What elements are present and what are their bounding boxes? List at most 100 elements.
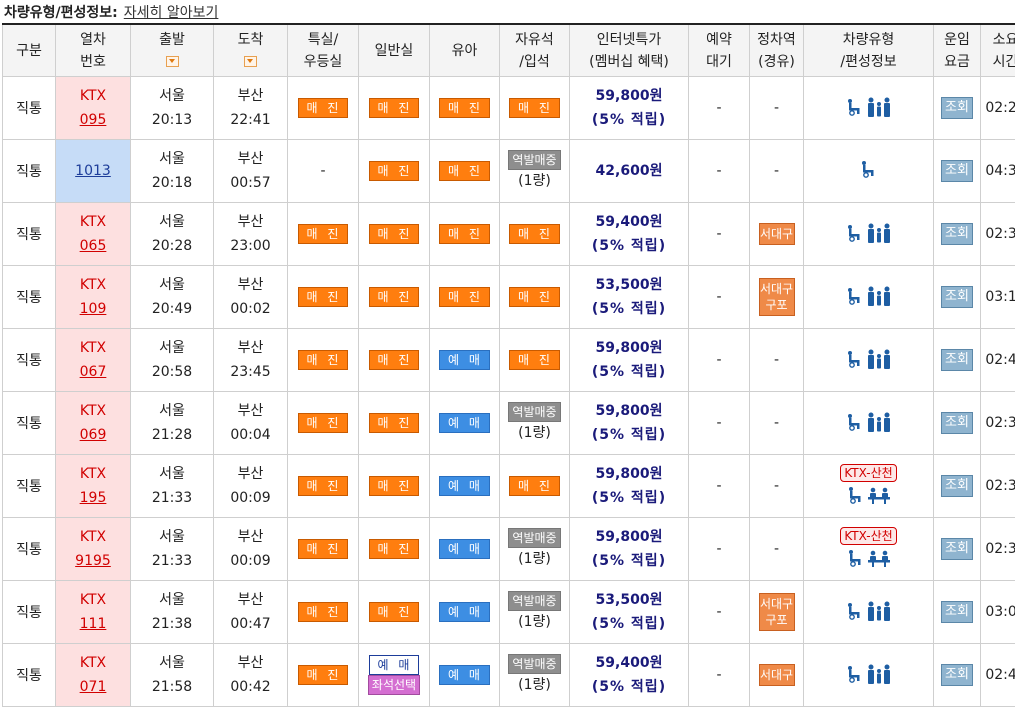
train-number-link[interactable]: 1013 (75, 163, 111, 179)
row-wait: - (716, 226, 722, 242)
special-seat-cell: 매 진 (287, 454, 359, 518)
infant-seat-sold-out-button[interactable]: 매 진 (439, 287, 490, 307)
general-seat-sold-out-button[interactable]: 매 진 (368, 602, 420, 622)
train-number-cell[interactable]: KTX 069 (55, 391, 131, 455)
stops-cell: - (749, 76, 804, 140)
special-seat-sold-out-button[interactable]: 매 진 (297, 602, 349, 622)
train-number-cell[interactable]: KTX 9195 (55, 517, 131, 581)
free-seat-station-sale-badge: 역발매중 (508, 654, 561, 674)
row-duration: 03:13 (985, 289, 1015, 305)
general-seat-sold-out-button[interactable]: 매 진 (368, 476, 420, 496)
waiting-cell: - (688, 643, 750, 707)
table-row: 직통 KTX 195 서울 21:33 부산 00:09 매 진 매 진 예 매 매 … (2, 454, 1015, 518)
depart-cell: 서울 20:18 (130, 139, 214, 203)
train-number-link[interactable]: 071 (56, 675, 130, 699)
infant-seat-reserve-button[interactable]: 예 매 (439, 602, 490, 622)
row-wait: - (716, 289, 722, 305)
train-number-link[interactable]: 065 (56, 234, 130, 258)
depart-cell: 서울 20:58 (130, 328, 214, 392)
col-fare: 운임 요금 (933, 23, 981, 77)
train-number-cell[interactable]: KTX 195 (55, 454, 131, 518)
train-number-cell[interactable]: KTX 111 (55, 580, 131, 644)
general-seat-sold-out-button[interactable]: 매 진 (368, 539, 420, 559)
train-number-cell[interactable]: KTX 067 (55, 328, 131, 392)
special-seat-sold-out-button[interactable]: 매 진 (297, 665, 349, 685)
train-number-link[interactable]: 069 (56, 423, 130, 447)
train-number-cell[interactable]: 1013 (55, 139, 131, 203)
train-number-cell[interactable]: KTX 095 (55, 76, 131, 140)
infant-seat-reserve-button[interactable]: 예 매 (439, 350, 490, 370)
infant-seat-reserve-button[interactable]: 예 매 (439, 476, 490, 496)
train-number-link[interactable]: 109 (56, 297, 130, 321)
details-link[interactable]: 자세히 알아보기 (124, 2, 219, 22)
fare-inquiry-button[interactable]: 조회 (941, 538, 973, 560)
special-seat-sold-out-button[interactable]: 매 진 (297, 224, 349, 244)
free-seat-sold-out-button[interactable]: 매 진 (509, 287, 560, 307)
fare-inquiry-button[interactable]: 조회 (941, 97, 973, 119)
train-number-cell[interactable]: KTX 109 (55, 265, 131, 329)
free-seat-sold-out-button[interactable]: 매 진 (509, 98, 560, 118)
train-number-link[interactable]: 9195 (56, 549, 130, 573)
general-seat-sold-out-button[interactable]: 매 진 (368, 224, 420, 244)
family-icon (867, 286, 890, 306)
fare-inquiry-button[interactable]: 조회 (941, 160, 973, 182)
train-number-link[interactable]: 067 (56, 360, 130, 384)
free-seat-sold-out-button[interactable]: 매 진 (509, 224, 560, 244)
row-to: 부산 (237, 88, 264, 104)
stop-station-badge: 서대구 (758, 664, 795, 686)
train-kind-label: KTX (79, 88, 107, 104)
row-from: 서울 (159, 88, 185, 104)
wheelchair-icon (847, 413, 859, 431)
fare-inquiry-button[interactable]: 조회 (941, 601, 973, 623)
general-seat-sold-out-button[interactable]: 매 진 (368, 287, 420, 307)
special-seat-sold-out-button[interactable]: 매 진 (297, 350, 349, 370)
free-seat-sold-out-button[interactable]: 매 진 (509, 350, 560, 370)
special-seat-cell: 매 진 (287, 517, 359, 581)
infant-seat-sold-out-button[interactable]: 매 진 (439, 98, 490, 118)
general-seat-cell: 매 진 (358, 517, 430, 581)
infant-seat-sold-out-button[interactable]: 매 진 (439, 224, 490, 244)
train-number-cell[interactable]: KTX 071 (55, 643, 131, 707)
internet-price: 59,400원 (595, 655, 663, 671)
fare-inquiry-button[interactable]: 조회 (941, 349, 973, 371)
free-seat-station-sale-badge: 역발매중 (508, 402, 561, 422)
infant-seat-reserve-button[interactable]: 예 매 (439, 665, 490, 685)
row-type: 직통 (2, 328, 56, 392)
special-seat-sold-out-button[interactable]: 매 진 (297, 287, 349, 307)
train-number-link[interactable]: 111 (56, 612, 130, 636)
sort-depart-icon[interactable] (165, 56, 179, 67)
infant-seat-sold-out-button[interactable]: 매 진 (439, 161, 490, 181)
train-number-cell[interactable]: KTX 065 (55, 202, 131, 266)
stops-cell: - (749, 517, 804, 581)
special-seat-sold-out-button[interactable]: 매 진 (297, 476, 349, 496)
fare-inquiry-button[interactable]: 조회 (941, 223, 973, 245)
special-seat-sold-out-button[interactable]: 매 진 (297, 98, 349, 118)
row-from: 서울 (159, 466, 185, 482)
general-seat-reserve-button[interactable]: 예 매 (368, 655, 420, 675)
fare-inquiry-button[interactable]: 조회 (941, 475, 973, 497)
fare-inquiry-button[interactable]: 조회 (941, 412, 973, 434)
free-seat-station-sale-badge: 역발매중 (508, 591, 561, 611)
internet-price-cell: 59,800원 (5% 적립) (569, 391, 689, 455)
special-seat-sold-out-button[interactable]: 매 진 (297, 413, 349, 433)
free-seat-sold-out-button[interactable]: 매 진 (509, 476, 560, 496)
train-number-link[interactable]: 095 (56, 108, 130, 132)
general-seat-sold-out-button[interactable]: 매 진 (368, 350, 420, 370)
general-seat-seat-select-button[interactable]: 좌석선택 (367, 675, 421, 695)
vehicle-icons (860, 160, 878, 178)
infant-seat-reserve-button[interactable]: 예 매 (439, 539, 490, 559)
special-seat-sold-out-button[interactable]: 매 진 (297, 539, 349, 559)
general-seat-cell: 매 진 (358, 202, 430, 266)
row-type: 직통 (16, 605, 42, 621)
general-seat-sold-out-button[interactable]: 매 진 (368, 161, 420, 181)
fare-inquiry-button[interactable]: 조회 (941, 664, 973, 686)
fare-inquiry-button[interactable]: 조회 (941, 286, 973, 308)
infant-seat-reserve-button[interactable]: 예 매 (439, 413, 490, 433)
infant-seat-cell: 예 매 (429, 328, 500, 392)
general-seat-sold-out-button[interactable]: 매 진 (368, 413, 420, 433)
train-number-link[interactable]: 195 (56, 486, 130, 510)
waiting-cell: - (688, 139, 750, 203)
sort-arrive-icon[interactable] (244, 56, 257, 67)
duration-cell: 02:47 (980, 328, 1015, 392)
general-seat-sold-out-button[interactable]: 매 진 (368, 98, 420, 118)
